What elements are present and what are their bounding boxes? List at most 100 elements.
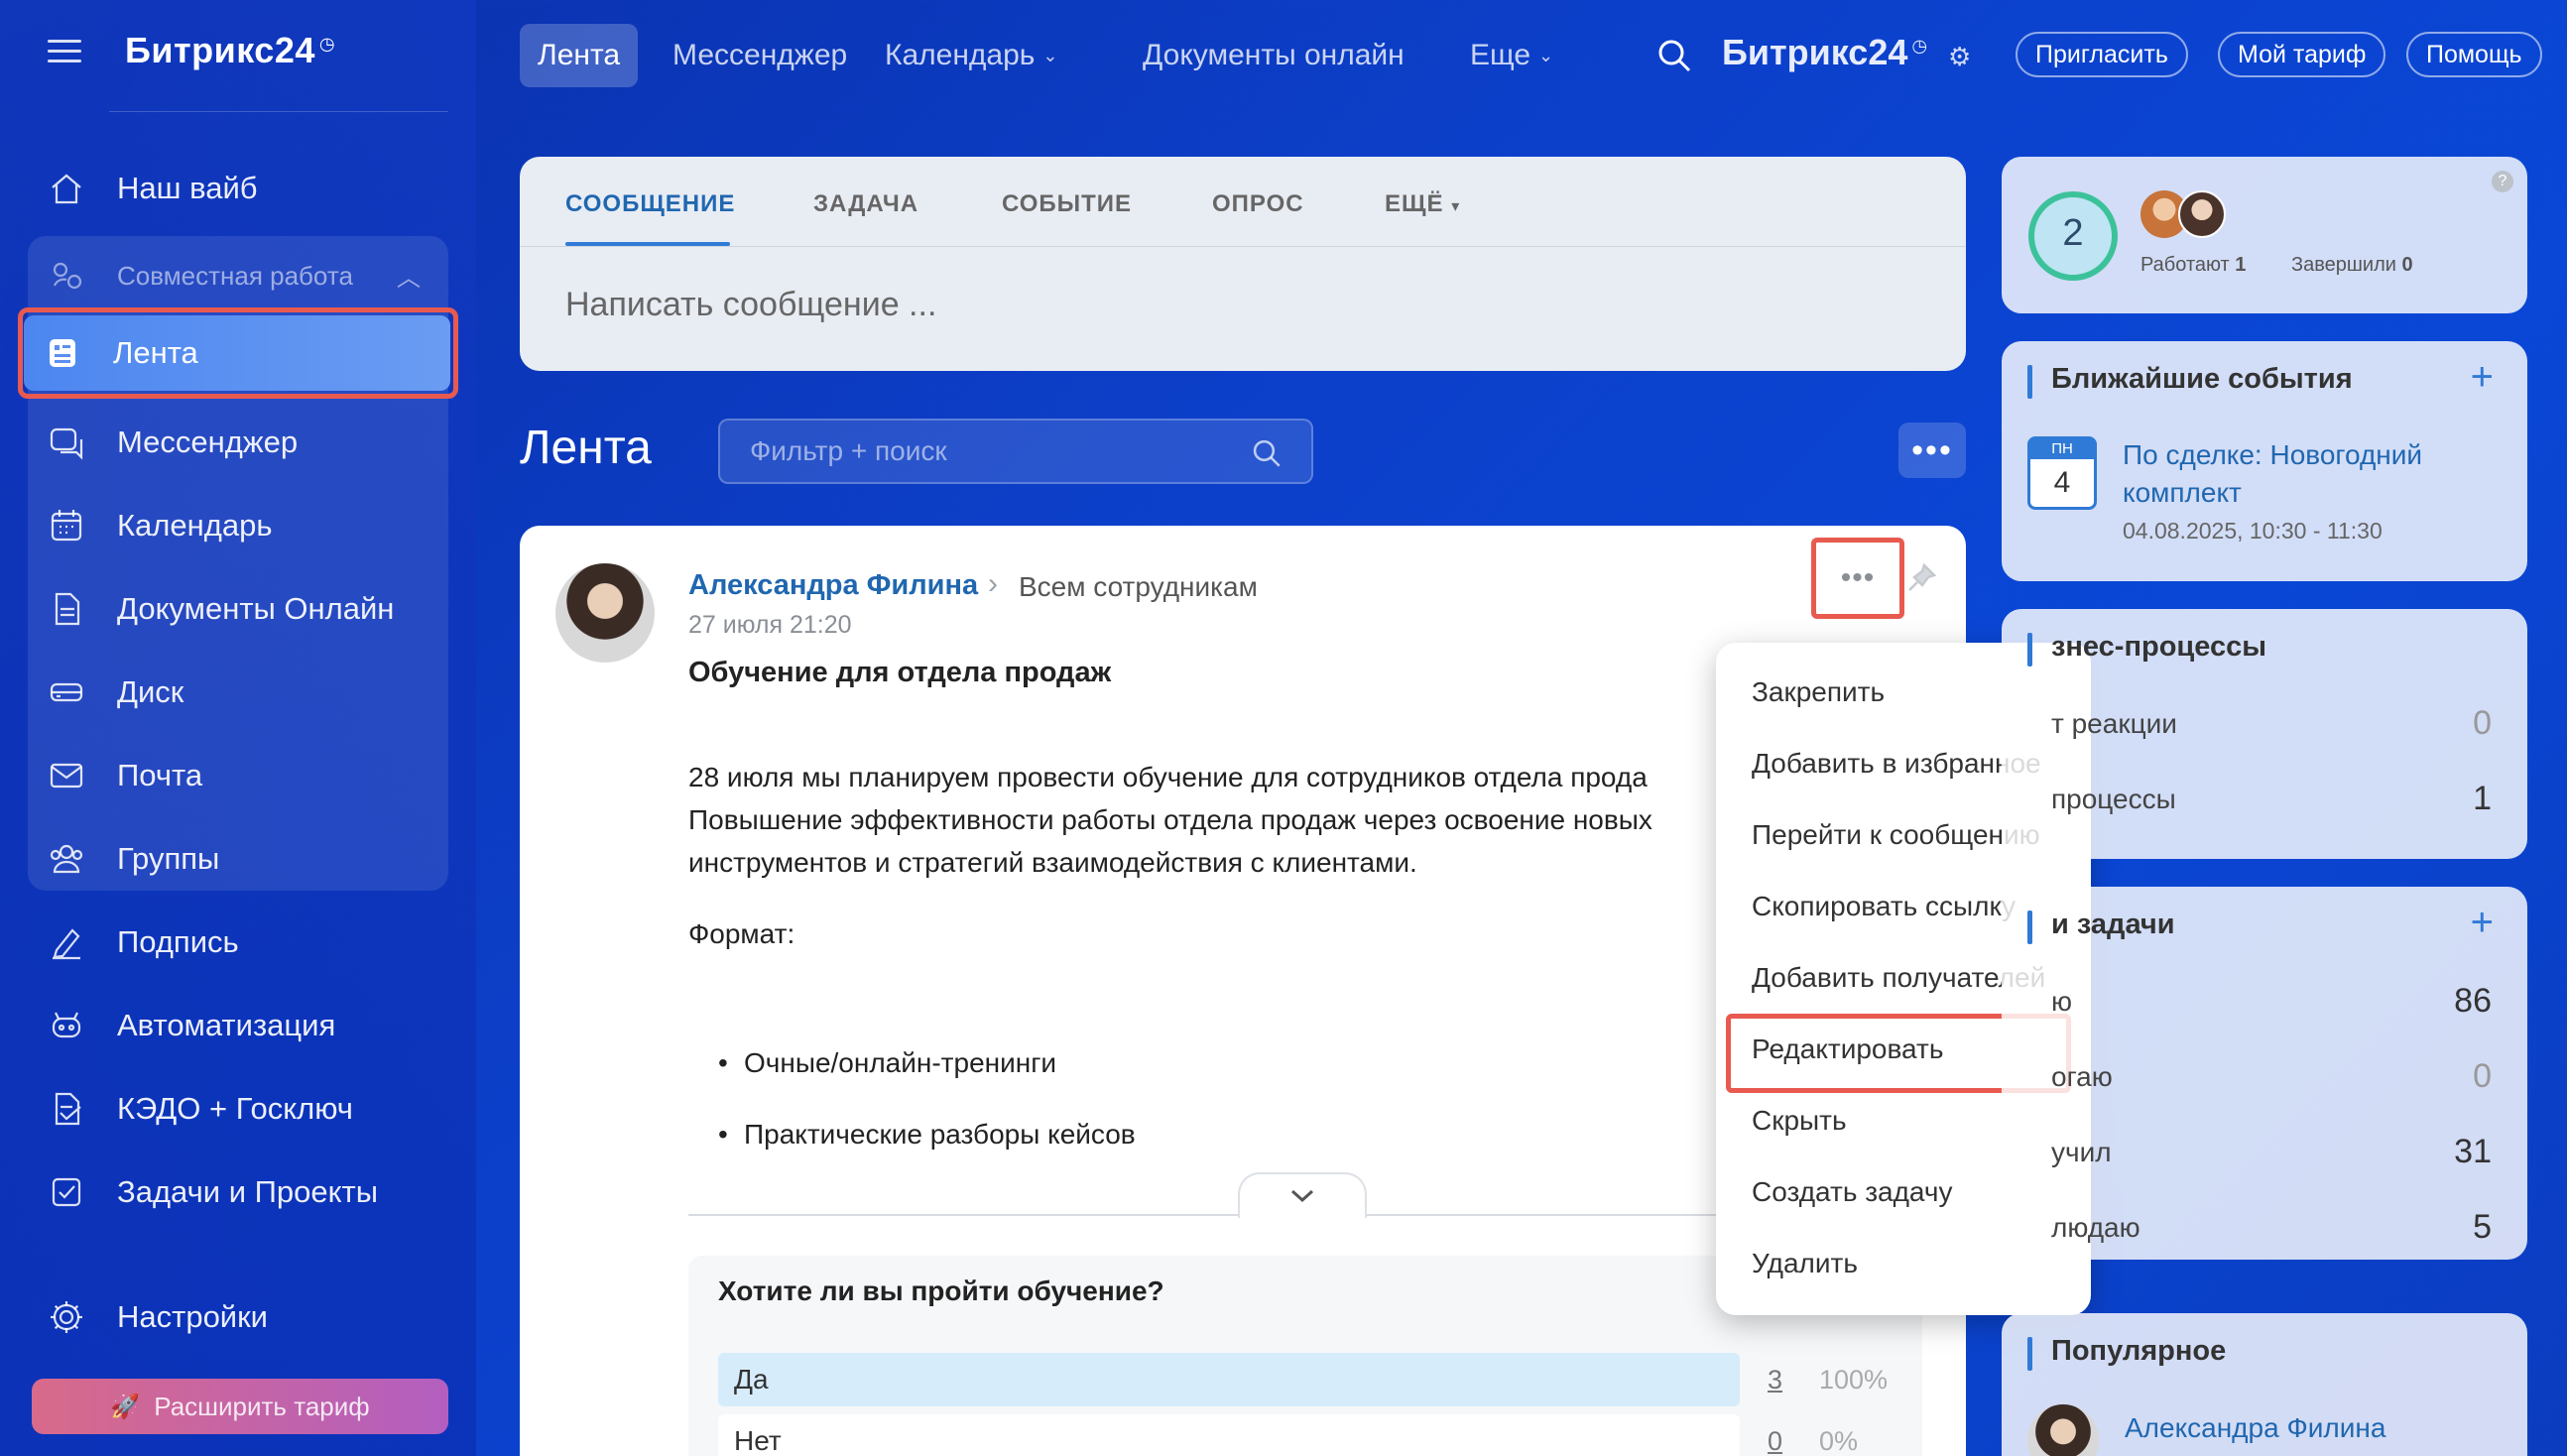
tab-task[interactable]: ЗАДАЧА [813, 190, 918, 218]
pin-icon[interactable] [1904, 561, 1938, 595]
chevron-up-icon[interactable]: ︿ [397, 258, 421, 293]
working-stat[interactable]: Работают 1 [2140, 254, 2246, 277]
sidebar-item-vibe[interactable]: Наш вайб [28, 149, 448, 228]
avatar[interactable] [2027, 1404, 2099, 1456]
settings-sliders-icon[interactable]: ⚙ [1948, 42, 1971, 72]
section-marker [2027, 633, 2032, 667]
sidebar-item-label: Задачи и Проекты [117, 1174, 379, 1209]
sidebar-item-automation[interactable]: Автоматизация [28, 986, 448, 1065]
sidebar-item-label: Почта [117, 758, 203, 792]
menu-item-goto[interactable]: Перейти к сообщению [1752, 819, 2040, 851]
avatar[interactable] [2178, 190, 2226, 238]
add-task-icon[interactable]: + [2471, 901, 2494, 945]
checkbox-icon [42, 1167, 91, 1217]
bp-row-value: 1 [2473, 780, 2492, 817]
sidebar-item-label: КЭДО + Госключ [117, 1091, 353, 1126]
tasks-row-label[interactable]: людаю [2051, 1212, 2140, 1244]
search-icon[interactable] [1654, 36, 1694, 75]
menu-item-copy-link[interactable]: Скопировать ссылку [1752, 891, 2016, 922]
post-date[interactable]: 27 июля 21:20 [688, 611, 852, 640]
message-input[interactable]: Написать сообщение ... [565, 286, 936, 324]
upgrade-tariff-button[interactable]: 🚀 Расширить тариф [32, 1379, 448, 1434]
invite-button[interactable]: Пригласить [2016, 32, 2188, 77]
avatar[interactable] [555, 563, 655, 663]
sidebar-item-label: Диск [117, 674, 184, 709]
tasks-row-label[interactable]: огаю [2051, 1061, 2113, 1093]
popular-author-link[interactable]: Александра Филина [2125, 1412, 2385, 1444]
sidebar-item-label: Совместная работа [117, 260, 353, 291]
menu-item-hide[interactable]: Скрыть [1752, 1105, 1847, 1137]
sidebar-item-groups[interactable]: Группы [28, 819, 448, 899]
feed-more-button[interactable]: ••• [1898, 423, 1966, 478]
sidebar-item-label: Документы Онлайн [117, 591, 395, 626]
tab-feed[interactable]: Лента [520, 24, 639, 87]
poll-question: Хотите ли вы пройти обучение? [718, 1275, 1164, 1306]
tab-more[interactable]: Еще ⌄ [1452, 24, 1571, 87]
poll-option-no[interactable]: Нет [718, 1414, 1740, 1456]
tab-more[interactable]: ЕЩЁ ▾ [1385, 190, 1460, 218]
sidebar-item-settings[interactable]: Настройки [28, 1277, 448, 1357]
signed-doc-icon [42, 1084, 91, 1134]
sidebar-item-messenger[interactable]: Мессенджер [28, 403, 448, 482]
bp-row-label[interactable]: т реакции [2051, 708, 2177, 740]
sidebar-item-label: Настройки [117, 1299, 269, 1334]
tab-message[interactable]: СООБЩЕНИЕ [565, 190, 735, 218]
event-link[interactable]: По сделке: Новогодний комплект [2123, 436, 2422, 512]
done-stat[interactable]: Завершили 0 [2291, 254, 2413, 277]
groups-icon [42, 834, 91, 884]
menu-item-create-task[interactable]: Создать задачу [1752, 1176, 1952, 1208]
sidebar-item-mail[interactable]: Почта [28, 736, 448, 815]
poll-percent-yes: 100% [1819, 1365, 1889, 1395]
post-text-line: 28 июля мы планируем провести обучение д… [688, 762, 1648, 792]
sidebar-item-kedo[interactable]: КЭДО + Госключ [28, 1069, 448, 1149]
menu-item-favorite[interactable]: Добавить в избранное [1752, 748, 2041, 780]
post-author-link[interactable]: Александра Филина [688, 569, 978, 602]
poll-option-yes[interactable]: Да [718, 1353, 1740, 1406]
sidebar-item-disk[interactable]: Диск [28, 653, 448, 732]
my-tariff-button[interactable]: Мой тариф [2218, 32, 2386, 77]
sidebar-item-sign[interactable]: Подпись [28, 903, 448, 982]
tasks-row-label[interactable]: ю [2051, 986, 2072, 1018]
sidebar-group-header[interactable]: Совместная работа ︿ [28, 236, 448, 315]
sidebar-item-tasks[interactable]: Задачи и Проекты [28, 1153, 448, 1232]
filter-search [718, 419, 1313, 484]
brand-logo[interactable]: Битрикс24 ◷ [125, 30, 335, 71]
menu-burger-icon[interactable] [48, 38, 81, 63]
search-icon[interactable] [1250, 436, 1284, 470]
tab-calendar[interactable]: Календарь ⌄ [867, 24, 1076, 87]
brand-logo-top[interactable]: Битрикс24 ◷ [1722, 32, 1927, 73]
post-title: Обучение для отдела продаж [688, 657, 1112, 688]
post-recipients[interactable]: Всем сотрудникам [1019, 571, 1258, 603]
tab-messenger[interactable]: Мессенджер [655, 24, 865, 87]
expand-post-button[interactable] [1238, 1172, 1367, 1218]
bp-row-label[interactable]: процессы [2051, 784, 2176, 815]
menu-item-pin[interactable]: Закрепить [1752, 676, 1885, 708]
list-item: Практические разборы кейсов [718, 1119, 1136, 1151]
calendar-icon [42, 501, 91, 550]
list-item: Очные/онлайн-тренинги [718, 1047, 1056, 1079]
tasks-row-value: 0 [2473, 1057, 2492, 1095]
poll-count-no[interactable]: 0 [1768, 1426, 1782, 1456]
menu-item-delete[interactable]: Удалить [1752, 1248, 1858, 1279]
poll-count-yes[interactable]: 3 [1768, 1365, 1782, 1395]
sidebar-item-label: Календарь [117, 508, 273, 543]
chat-icon [42, 418, 91, 467]
filter-search-input[interactable] [720, 421, 1311, 482]
chevron-down-icon: ⌄ [1538, 45, 1554, 65]
sidebar-item-docs[interactable]: Документы Онлайн [28, 569, 448, 649]
tab-docs[interactable]: Документы онлайн [1125, 24, 1422, 87]
tasks-row-value: 31 [2454, 1133, 2492, 1170]
tasks-row-label[interactable]: учил [2051, 1137, 2112, 1168]
chevron-down-icon [1290, 1189, 1314, 1203]
events-title: Ближайшие события [2051, 363, 2353, 395]
tab-poll[interactable]: ОПРОС [1212, 190, 1304, 218]
chevron-down-icon: ⌄ [1042, 45, 1058, 65]
add-event-icon[interactable]: + [2471, 355, 2494, 400]
tab-event[interactable]: СОБЫТИЕ [1002, 190, 1132, 218]
top-bar: Лента Мессенджер Календарь ⌄ Документы он… [476, 0, 2567, 111]
sidebar-item-calendar[interactable]: Календарь [28, 486, 448, 565]
help-button[interactable]: Помощь [2406, 32, 2542, 77]
help-icon[interactable]: ? [2492, 171, 2513, 192]
tasks-widget: и задачи + ю 86 огаю 0 учил 31 людаю 5 [2002, 887, 2527, 1260]
collab-icon [42, 251, 91, 301]
